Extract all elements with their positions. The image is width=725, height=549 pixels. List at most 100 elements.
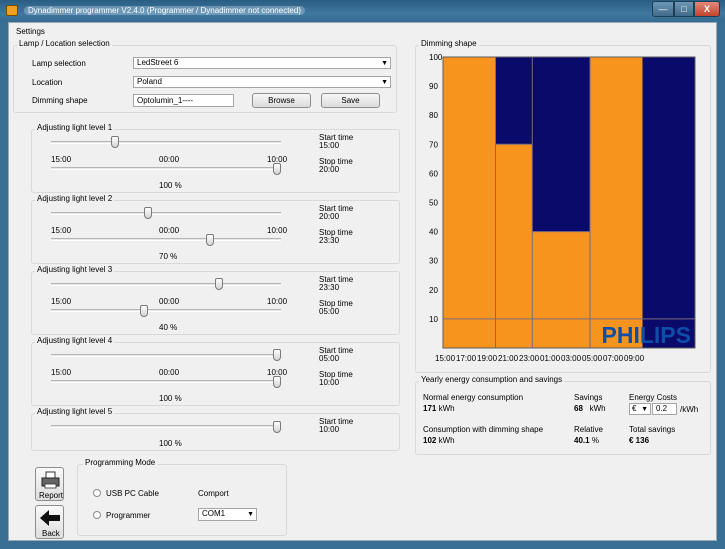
time-scale-end: 10:00	[267, 297, 288, 306]
level-5-percent: 100 %	[159, 439, 182, 448]
energy-cost-input[interactable]: 0.2	[652, 403, 677, 415]
start-time-value: 15:00	[319, 141, 340, 150]
time-slider-3-ticks	[55, 293, 277, 295]
percent-unit: %	[170, 252, 178, 261]
time-slider-1-ticks	[55, 151, 277, 153]
percent-unit: %	[174, 181, 182, 190]
dimming-segment-4	[590, 57, 643, 348]
kwh-unit: kWh	[438, 404, 455, 413]
level-slider-3-thumb[interactable]	[139, 305, 148, 317]
lamp-location-title: Lamp / Location selection	[17, 39, 112, 48]
level-5-percent-value: 100	[159, 439, 173, 448]
x-tick-label: 05:00	[582, 354, 603, 363]
level-2-percent: 70 %	[159, 252, 177, 261]
y-tick-label: 90	[429, 82, 438, 91]
printer-icon	[41, 471, 60, 489]
settings-menu[interactable]: Settings	[16, 27, 45, 36]
level-slider-5-thumb[interactable]	[273, 421, 281, 433]
maximize-button[interactable]: □	[674, 1, 694, 17]
level-3-percent: 40 %	[159, 323, 177, 332]
y-tick-label: 80	[429, 111, 438, 120]
programmer-label: Programmer	[106, 511, 151, 520]
comport-value: COM1	[202, 509, 226, 518]
level-4-percent-value: 100	[159, 394, 173, 403]
lamp-selection-label: Lamp selection	[32, 59, 86, 68]
x-tick-label: 17:00	[456, 354, 477, 363]
time-slider-3-thumb[interactable]	[215, 278, 224, 290]
report-button[interactable]: Report	[35, 467, 64, 501]
dimming-shape-chart: 10 20 30 40 50 60 70 80 90 100 15:00 17:00 19:00 21:0…	[429, 53, 696, 363]
level-slider-3-ticks	[55, 319, 277, 321]
time-slider-4-thumb[interactable]	[273, 349, 281, 361]
level-3-percent-value: 40	[159, 323, 168, 332]
normal-consumption-value: 171	[423, 404, 437, 413]
dimming-shape-label: Dimming shape	[32, 96, 88, 105]
philips-logo: PHILIPS	[602, 322, 691, 348]
minimize-button[interactable]: —	[652, 1, 674, 17]
chevron-down-icon: ▼	[641, 406, 648, 413]
level-slider-4-thumb[interactable]	[273, 376, 281, 388]
savings-value: 68	[574, 404, 583, 413]
start-time-value: 05:00	[319, 354, 340, 363]
level-slider-2-track	[51, 238, 281, 241]
chevron-down-icon: ▼	[381, 79, 388, 86]
relative-value: 40.1	[574, 436, 590, 445]
y-tick-label: 10	[429, 315, 438, 324]
light-level-2-title: Adjusting light level 2	[35, 194, 115, 203]
time-scale-start: 15:00	[51, 368, 72, 377]
level-slider-2-thumb[interactable]	[206, 234, 215, 246]
lamp-selection-dropdown[interactable]: LedStreet 6 ▼	[133, 57, 391, 69]
level-slider-4-track	[51, 380, 281, 383]
cost-unit: /kWh	[680, 405, 699, 414]
start-time-value: 10:00	[319, 425, 340, 434]
stop-time-value: 23:30	[319, 236, 340, 245]
currency-value: €	[632, 404, 637, 413]
programmer-radio[interactable]	[93, 511, 101, 519]
start-time-value: 20:00	[319, 212, 340, 221]
level-slider-1-ticks	[55, 177, 277, 179]
time-slider-2-thumb[interactable]	[144, 207, 153, 219]
close-button[interactable]: X	[694, 1, 720, 17]
level-1-percent-value: 100	[159, 181, 173, 190]
light-level-1-title: Adjusting light level 1	[35, 123, 115, 132]
time-scale-start: 15:00	[51, 226, 72, 235]
x-tick-label: 23:00	[519, 354, 540, 363]
dimming-shape-field[interactable]: Optolumin_1----	[133, 94, 234, 107]
relative: 40.1 %	[574, 436, 599, 445]
level-1-percent: 100 %	[159, 181, 182, 190]
window-title: Dynadimmer programmer V2.4.0 (Programmer…	[24, 6, 305, 15]
energy-title: Yearly energy consumption and savings	[419, 375, 565, 384]
report-label: Report	[39, 491, 64, 500]
level-slider-1-track	[51, 167, 281, 170]
x-tick-label: 09:00	[624, 354, 645, 363]
chevron-down-icon: ▼	[381, 60, 388, 67]
normal-consumption-label: Normal energy consumption	[423, 393, 524, 402]
time-scale-start: 15:00	[51, 155, 72, 164]
comport-label: Comport	[198, 489, 229, 498]
time-slider-4-ticks	[55, 364, 277, 366]
comport-dropdown[interactable]: COM1 ▼	[198, 508, 257, 521]
level-slider-1-thumb[interactable]	[273, 163, 281, 175]
y-tick-label: 20	[429, 286, 438, 295]
usb-radio[interactable]	[93, 489, 101, 497]
dimmed-consumption-value: 102	[423, 436, 437, 445]
location-value: Poland	[137, 77, 162, 86]
kwh-unit: kWh	[589, 404, 606, 413]
level-slider-4-ticks	[55, 390, 277, 392]
time-slider-3-track	[51, 283, 281, 286]
percent-unit: %	[174, 394, 182, 403]
percent-unit: %	[591, 436, 599, 445]
app-icon	[6, 5, 18, 16]
x-tick-label: 19:00	[477, 354, 498, 363]
dimming-segment-1	[443, 57, 496, 348]
time-slider-1-thumb[interactable]	[110, 136, 119, 148]
dimmed-consumption-label: Consumption with dimming shape	[423, 425, 544, 434]
location-dropdown[interactable]: Poland ▼	[133, 76, 391, 88]
total-savings-value: € 136	[629, 436, 650, 445]
y-tick-label: 70	[429, 140, 438, 149]
back-button[interactable]: Back	[35, 505, 64, 539]
browse-button[interactable]: Browse	[252, 93, 311, 108]
currency-dropdown[interactable]: € ▼	[629, 403, 651, 415]
dimmed-consumption: 102 kWh	[423, 436, 455, 445]
save-button[interactable]: Save	[321, 93, 380, 108]
